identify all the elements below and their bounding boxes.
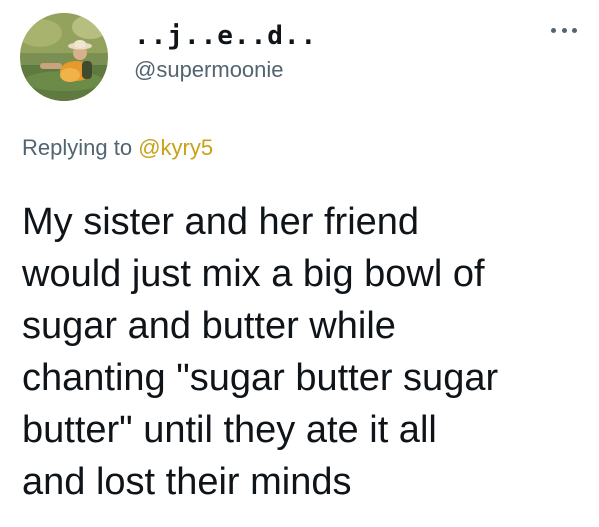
tweet-text-line: sugar and butter while xyxy=(22,305,396,347)
tweet-text-line: and lost their minds xyxy=(22,461,352,503)
ellipsis-icon[interactable] xyxy=(551,20,577,40)
tweet-text-line: butter" until they ate it all xyxy=(22,409,437,451)
reply-mention-link[interactable]: @kyry5 xyxy=(138,135,213,160)
tweet-text-line: My sister and her friend xyxy=(22,201,420,243)
dot xyxy=(561,27,567,33)
display-name[interactable]: ..j..e..d.. xyxy=(134,18,317,54)
tweet-text-line: chanting "sugar butter sugar xyxy=(22,357,499,399)
avatar[interactable] xyxy=(20,13,108,101)
tweet-card: ..j..e..d.. @supermoonie Replying to @ky… xyxy=(0,0,599,527)
tweet-text-line: would just mix a big bowl of xyxy=(22,253,485,295)
replying-to-label: Replying to xyxy=(22,135,139,160)
replying-to: Replying to @kyry5 xyxy=(22,134,213,162)
tweet-text: My sister and her friend would just mix … xyxy=(22,196,587,508)
user-handle[interactable]: @supermoonie xyxy=(134,56,317,84)
dot xyxy=(551,27,556,33)
avatar-photo xyxy=(20,13,108,101)
dot xyxy=(572,27,577,33)
author-names: ..j..e..d.. @supermoonie xyxy=(134,18,317,84)
